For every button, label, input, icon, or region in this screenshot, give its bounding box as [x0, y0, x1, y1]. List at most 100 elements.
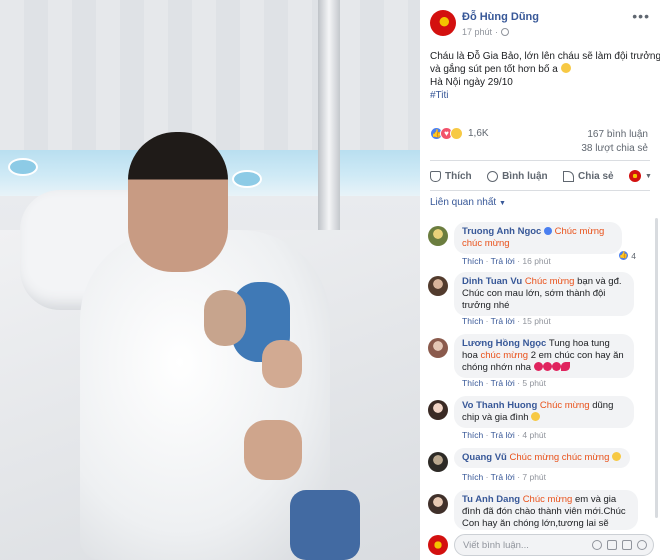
- commenter-name[interactable]: Lương Hồng Ngọc: [462, 338, 546, 349]
- hand: [262, 340, 302, 388]
- wall-tiles: [0, 0, 420, 150]
- action-bar: Thích Bình luận Chia sẻ ▼: [430, 165, 652, 187]
- reaction-count: 1,6K: [468, 128, 489, 139]
- comment-like-link[interactable]: Thích: [462, 430, 483, 440]
- commenter-name[interactable]: Truong Anh Ngoc: [462, 226, 541, 237]
- divider: [430, 160, 650, 161]
- divider: [430, 190, 650, 191]
- share-count-link[interactable]: 38 lượt chia sẻ: [581, 143, 648, 154]
- footprint-decal: [232, 170, 262, 188]
- commenter-name[interactable]: Quang Vũ: [462, 452, 507, 463]
- comment-icon: [487, 170, 499, 182]
- comment-highlight: Chúc mừng chúc mừng: [509, 452, 610, 463]
- post-photo[interactable]: [0, 0, 420, 560]
- newborn-baby: [204, 290, 246, 346]
- comment-reply-link[interactable]: Trả lời: [491, 256, 515, 266]
- smile-emoji-icon: [560, 63, 571, 73]
- hand: [244, 420, 302, 480]
- comment-bubble: Tu Anh Dang Chúc mừng em và gia đình đã …: [454, 490, 638, 530]
- hashtag-link[interactable]: #Titi: [430, 89, 654, 102]
- comment-like-link[interactable]: Thích: [462, 316, 483, 326]
- family-emoji-icon: [531, 412, 541, 421]
- father-head: [128, 132, 228, 272]
- comment-time[interactable]: 5 phút: [522, 378, 546, 388]
- comment-time[interactable]: 4 phút: [522, 430, 546, 440]
- comment-highlight: Chúc mừng: [524, 276, 575, 287]
- post-meta: 17 phút ·: [462, 27, 510, 37]
- commenter-avatar[interactable]: [428, 226, 448, 246]
- comment-count-link[interactable]: 167 bình luận: [587, 129, 648, 140]
- commenter-name[interactable]: Dinh Tuan Vu: [462, 276, 522, 287]
- comment-reply-link[interactable]: Trả lời: [491, 472, 515, 482]
- heart-emoji-icon: [551, 362, 561, 371]
- commenter-name[interactable]: Tu Anh Dang: [462, 494, 520, 505]
- comment-meta: Thích · Trả lời · 7 phút: [462, 472, 547, 482]
- comment-time[interactable]: 16 phút: [522, 256, 550, 266]
- smile-emoji-icon: [612, 452, 621, 461]
- caption-line: Cháu là Đỗ Gia Bảo, lớn lên cháu sẽ làm …: [430, 51, 660, 62]
- commenter-name[interactable]: Vo Thanh Huong: [462, 400, 537, 411]
- comment-meta: Thích · Trả lời · 5 phút: [462, 378, 547, 388]
- share-button[interactable]: Chia sẻ: [563, 170, 614, 182]
- post-time[interactable]: 17 phút: [462, 27, 492, 37]
- post-side-panel: Đỗ Hùng Dũng 17 phút · ••• Cháu là Đỗ Gi…: [420, 0, 660, 560]
- share-arrow-icon: [563, 170, 575, 182]
- sticker-icon[interactable]: [637, 540, 647, 550]
- commenter-avatar[interactable]: [428, 338, 448, 358]
- post-caption: Cháu là Đỗ Gia Bảo, lớn lên cháu sẽ làm …: [430, 50, 660, 102]
- globe-icon: [501, 28, 510, 36]
- heart-emoji-icon: [533, 362, 543, 371]
- comment-reply-link[interactable]: Trả lời: [491, 378, 515, 388]
- comment-highlight: Chúc mừng: [522, 494, 573, 505]
- comment-time[interactable]: 15 phút: [522, 316, 550, 326]
- caret-down-icon: ▼: [645, 172, 652, 180]
- emoji-icon[interactable]: [592, 540, 602, 550]
- jeans: [290, 490, 360, 560]
- comment-highlight: Chúc mừng: [539, 400, 590, 411]
- comments-scrollbar[interactable]: [655, 218, 658, 518]
- comment-time[interactable]: 7 phút: [522, 472, 546, 482]
- commenter-avatar[interactable]: [428, 276, 448, 296]
- gif-icon[interactable]: [622, 540, 632, 550]
- comment-input[interactable]: Viết bình luận...: [454, 534, 654, 556]
- comment-bubble: Lương Hồng Ngọc Tung hoa tung hoa chúc m…: [454, 334, 634, 378]
- comment-composer: Viết bình luận...: [428, 534, 656, 556]
- comment-button[interactable]: Bình luận: [487, 170, 548, 182]
- comment-meta: Thích · Trả lời · 15 phút: [462, 316, 551, 326]
- thumbs-up-icon: [430, 170, 441, 182]
- heart-emoji-icon: [542, 362, 552, 371]
- comment-like-link[interactable]: Thích: [462, 378, 483, 388]
- verified-badge-icon: [543, 227, 552, 235]
- like-button[interactable]: Thích: [430, 170, 472, 182]
- profile-avatar: [629, 170, 642, 182]
- comment-reply-link[interactable]: Trả lời: [491, 316, 515, 326]
- comment-like-link[interactable]: Thích: [462, 472, 483, 482]
- comment-bubble: Truong Anh Ngoc Chúc mừng chúc mừng: [454, 222, 622, 254]
- caption-line: Hà Nội ngày 29/10: [430, 77, 513, 88]
- kiss-emoji-icon: [560, 362, 570, 371]
- comment-reply-link[interactable]: Trả lời: [491, 430, 515, 440]
- more-options-icon[interactable]: •••: [632, 8, 650, 24]
- comment-like-count[interactable]: 👍 4: [618, 250, 636, 261]
- commenter-avatar[interactable]: [428, 494, 448, 514]
- footprint-decal: [8, 158, 38, 176]
- caption-line: và gắng sút pen tốt hơn bố a: [430, 64, 558, 75]
- caret-down-icon: ▼: [498, 200, 506, 207]
- camera-icon[interactable]: [607, 540, 617, 550]
- reaction-summary[interactable]: 👍 ♥ 1,6K: [430, 127, 489, 140]
- author-avatar[interactable]: [430, 10, 456, 36]
- comment-meta: Thích · Trả lời · 16 phút: [462, 256, 551, 266]
- comment-bubble: Dinh Tuan Vu Chúc mừng bạn và gđ. Chúc c…: [454, 272, 634, 316]
- commenter-avatar[interactable]: [428, 400, 448, 420]
- comment-like-link[interactable]: Thích: [462, 256, 483, 266]
- comment-bubble: Quang Vũ Chúc mừng chúc mừng: [454, 448, 630, 468]
- author-name[interactable]: Đỗ Hùng Dũng: [462, 11, 539, 23]
- comment-bubble: Vo Thanh Huong Chúc mừng dũng chip và gi…: [454, 396, 634, 428]
- comment-meta: Thích · Trả lời · 4 phút: [462, 430, 547, 440]
- post-as-selector[interactable]: ▼: [629, 170, 652, 182]
- comment-highlight: chúc mừng: [480, 350, 529, 361]
- commenter-avatar[interactable]: [428, 452, 448, 472]
- haha-reaction-icon: [450, 127, 463, 140]
- comment-sort-dropdown[interactable]: Liên quan nhất ▼: [430, 197, 506, 208]
- current-user-avatar: [428, 535, 448, 555]
